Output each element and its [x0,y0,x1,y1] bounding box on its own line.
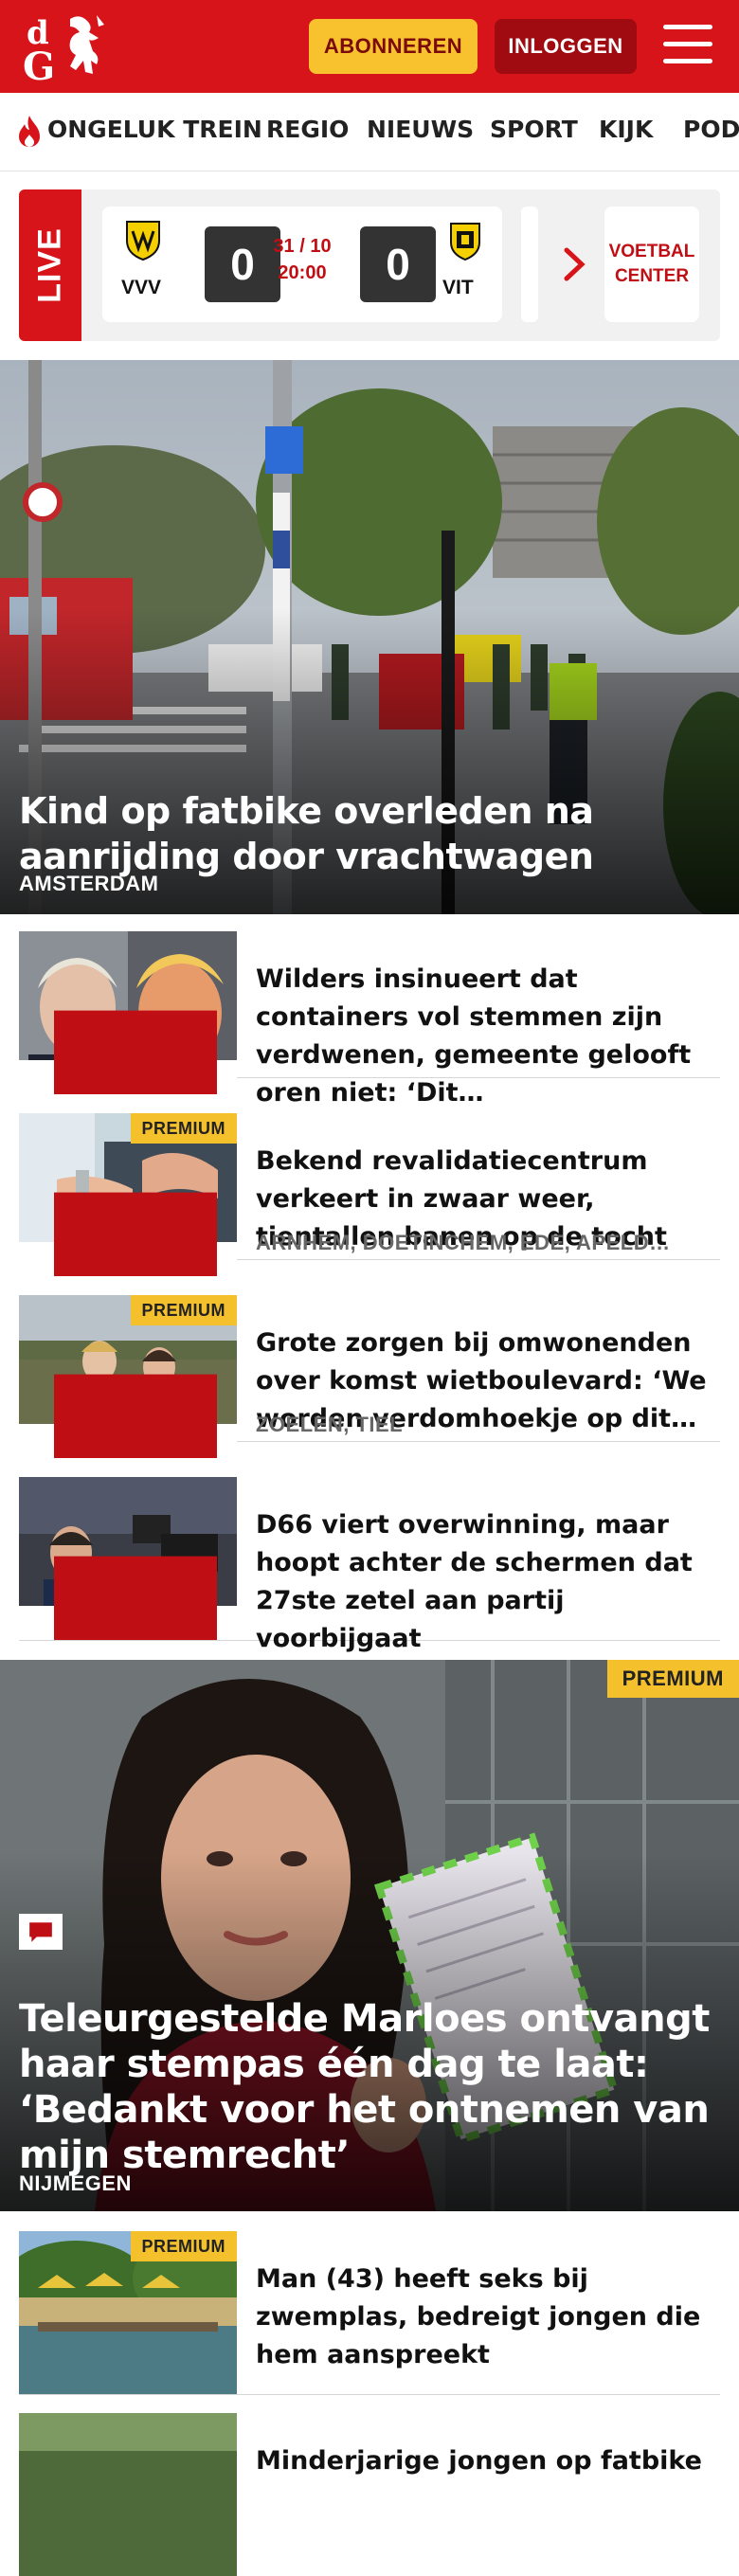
article-title[interactable]: D66 viert overwinning, maar hoopt achter… [256,1506,720,1658]
away-team-name: VIT [442,277,474,298]
match-card[interactable]: VVV 0 31 / 10 20:00 0 VIT [102,207,502,322]
section-nav: ONGELUK TREIN REGIO NIEUWS SPORT KIJK PO… [0,93,739,171]
live-label: LIVE [31,227,68,303]
hero-title[interactable]: Kind op fatbike overleden na aanrijding … [19,788,682,879]
article-title[interactable]: Minderjarige jongen op fatbike [256,2442,720,2480]
article-thumbnail: 7 [19,1477,237,1640]
voetbal-center-link[interactable]: VOETBAL CENTER [604,207,699,322]
premium-badge: PREMIUM [606,1660,739,1698]
article-thumbnail: PREMIUM 1 [19,1113,237,1276]
comment-icon [54,1192,217,1276]
comment-count-badge[interactable] [19,1374,237,1458]
comment-icon [29,1922,52,1942]
list-item[interactable]: 6 Wilders insinueert dat containers vol … [19,914,720,1108]
nav-item-nieuws[interactable]: NIEUWS [367,116,474,143]
top-header: d G ABONNEREN INLOGGEN [0,0,739,93]
article-thumbnail: 6 [19,931,237,1094]
subscribe-button[interactable]: ABONNEREN [309,19,478,74]
comment-count-badge[interactable]: 7 [19,1556,237,1640]
voetbal-center-label-2: CENTER [614,266,690,286]
premium-badge: PREMIUM [130,2231,237,2261]
nav-item-sport[interactable]: SPORT [490,116,578,143]
comment-icon [54,1010,217,1094]
list-item[interactable]: PREMIUM Grote zorgen bij omwonenden over… [19,1278,720,1458]
away-score: 0 [360,226,436,302]
article-title[interactable]: Man (43) heeft seks bij zwemplas, bedrei… [256,2261,720,2374]
logo-icon[interactable]: d G [21,11,112,85]
match-time: 20:00 [278,262,327,283]
list-item[interactable]: PREMIUM 1 Bekend revalidatiecentrum verk… [19,1096,720,1276]
premium-badge: PREMIUM [130,1295,237,1325]
nav-item-ongeluk-trein[interactable]: ONGELUK TREIN [47,116,262,143]
hero-location: AMSTERDAM [19,872,159,895]
list-item[interactable]: 7 D66 viert overwinning, maar hoopt acht… [19,1460,720,1653]
menu-icon[interactable] [663,23,712,68]
nav-item-pod[interactable]: POD [683,116,739,143]
article-thumbnail: PREMIUM [19,2231,237,2394]
article-location: ARNHEM, DOETINCHEM, EDE, APELD… [256,1231,671,1254]
live-scores-widget: LIVE VVV 0 31 / 10 20:00 0 VIT VOETBAL CE… [19,189,720,341]
home-team-name: VVV [121,277,162,298]
article-thumbnail [19,2413,237,2576]
comment-icon [54,1556,217,1640]
article-location: ZOELEN, TIEL [256,1413,404,1436]
comment-button[interactable] [19,1914,63,1950]
list-item[interactable]: Minderjarige jongen op fatbike [19,2396,720,2576]
live-tag: LIVE [19,189,81,341]
feature-title[interactable]: Teleurgestelde Marloes ontvangt haar ste… [19,1996,720,2178]
comment-count-badge[interactable]: 6 [19,1010,237,1094]
nav-item-regio[interactable]: REGIO [266,116,349,143]
vitesse-crest-icon [450,223,480,261]
list-item[interactable]: PREMIUM Man (43) heeft seks bij zwemplas… [19,2214,720,2395]
hero-article[interactable]: Kind op fatbike overleden na aanrijding … [0,360,739,914]
flame-icon [19,116,40,147]
premium-badge: PREMIUM [130,1113,237,1144]
match-date: 31 / 10 [273,236,332,257]
nav-item-kijk[interactable]: KIJK [599,116,653,143]
voetbal-center-label-1: VOETBAL [608,242,695,261]
article-title[interactable]: Wilders insinueert dat containers vol st… [256,961,720,1112]
next-match-card[interactable] [521,207,538,322]
feature-location: NIJMEGEN [19,2171,132,2195]
feature-article[interactable]: PREMIUM Teleurgestelde Marloes ontvangt … [0,1660,739,2211]
comment-icon [54,1374,217,1458]
svg-text:G: G [23,45,55,85]
vvv-crest-icon [126,221,160,261]
login-button[interactable]: INLOGGEN [495,19,637,74]
chevron-right-icon[interactable] [561,244,587,284]
article-thumbnail: PREMIUM [19,1295,237,1458]
comment-count-badge[interactable]: 1 [19,1192,237,1276]
